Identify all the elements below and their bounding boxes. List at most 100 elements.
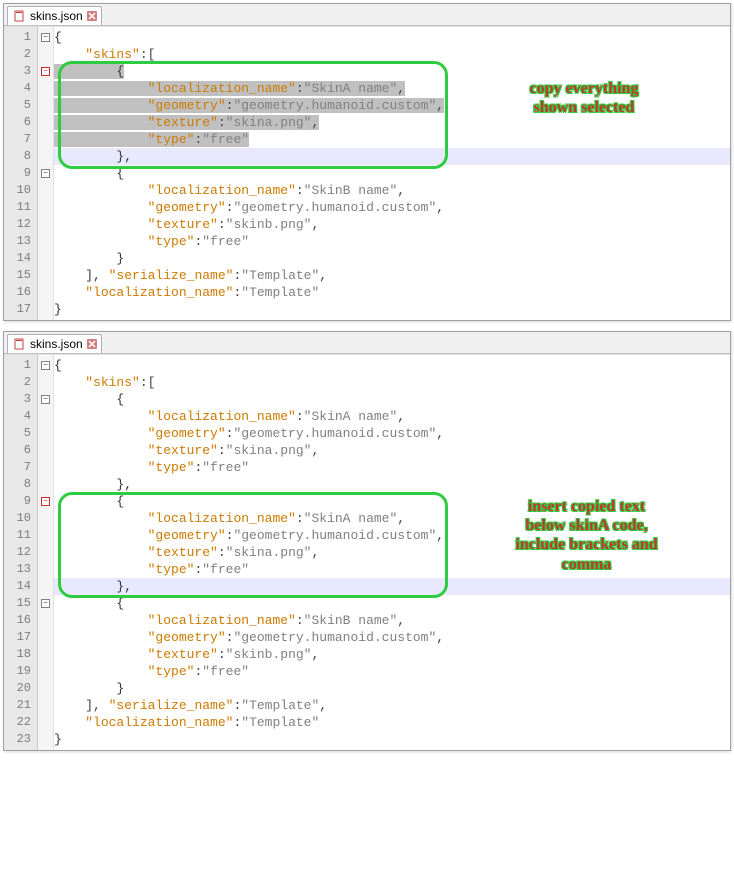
fold-cell[interactable] xyxy=(38,510,53,527)
fold-cell[interactable] xyxy=(38,46,53,63)
code-line[interactable]: { xyxy=(54,391,730,408)
line-number: 19 xyxy=(4,663,37,680)
fold-cell[interactable] xyxy=(38,442,53,459)
code-line[interactable]: ], "serialize_name":"Template", xyxy=(54,697,730,714)
code-line[interactable]: "localization_name":"SkinA name", xyxy=(54,510,730,527)
code-line[interactable]: { xyxy=(54,493,730,510)
code-line[interactable]: { xyxy=(54,595,730,612)
code-line[interactable]: "skins":[ xyxy=(54,46,730,63)
code-line[interactable]: "type":"free" xyxy=(54,131,730,148)
code-line[interactable]: "type":"free" xyxy=(54,561,730,578)
line-number-gutter: 1234567891011121314151617181920212223 xyxy=(4,355,38,750)
code-line[interactable]: "texture":"skinb.png", xyxy=(54,646,730,663)
fold-cell[interactable] xyxy=(38,714,53,731)
fold-toggle-icon[interactable]: − xyxy=(41,497,50,506)
close-icon[interactable] xyxy=(87,11,97,21)
fold-cell[interactable] xyxy=(38,544,53,561)
fold-cell[interactable] xyxy=(38,80,53,97)
code-line[interactable]: } xyxy=(54,731,730,748)
fold-cell[interactable] xyxy=(38,731,53,748)
fold-cell[interactable]: − xyxy=(38,357,53,374)
fold-cell[interactable] xyxy=(38,697,53,714)
fold-cell[interactable] xyxy=(38,148,53,165)
fold-cell[interactable] xyxy=(38,114,53,131)
fold-toggle-icon[interactable]: − xyxy=(41,395,50,404)
fold-cell[interactable] xyxy=(38,97,53,114)
fold-cell[interactable]: − xyxy=(38,165,53,182)
code-line[interactable]: "texture":"skina.png", xyxy=(54,442,730,459)
code-line[interactable]: "localization_name":"SkinA name", xyxy=(54,80,730,97)
code-line[interactable]: "localization_name":"SkinB name", xyxy=(54,182,730,199)
fold-toggle-icon[interactable]: − xyxy=(41,169,50,178)
code-line[interactable]: "texture":"skinb.png", xyxy=(54,216,730,233)
fold-toggle-icon[interactable]: − xyxy=(41,361,50,370)
fold-cell[interactable] xyxy=(38,476,53,493)
code-line[interactable]: "type":"free" xyxy=(54,233,730,250)
code-line[interactable]: } xyxy=(54,680,730,697)
fold-cell[interactable] xyxy=(38,199,53,216)
code-area[interactable]: { "skins":[ { "localization_name":"SkinA… xyxy=(54,27,730,320)
code-line[interactable]: } xyxy=(54,250,730,267)
fold-toggle-icon[interactable]: − xyxy=(41,33,50,42)
code-line[interactable]: { xyxy=(54,29,730,46)
file-tab[interactable]: skins.json xyxy=(7,334,102,353)
fold-cell[interactable] xyxy=(38,663,53,680)
fold-cell[interactable]: − xyxy=(38,63,53,80)
code-line[interactable]: "localization_name":"SkinA name", xyxy=(54,408,730,425)
fold-cell[interactable] xyxy=(38,216,53,233)
fold-toggle-icon[interactable]: − xyxy=(41,599,50,608)
code-line[interactable]: "geometry":"geometry.humanoid.custom", xyxy=(54,629,730,646)
code-line[interactable]: } xyxy=(54,301,730,318)
line-number: 14 xyxy=(4,250,37,267)
fold-cell[interactable]: − xyxy=(38,391,53,408)
fold-cell[interactable] xyxy=(38,527,53,544)
fold-cell[interactable] xyxy=(38,612,53,629)
code-line[interactable]: "localization_name":"SkinB name", xyxy=(54,612,730,629)
fold-column[interactable]: − − − − xyxy=(38,355,54,750)
code-line[interactable]: { xyxy=(54,357,730,374)
code-line[interactable]: }, xyxy=(54,476,730,493)
file-tab[interactable]: skins.json xyxy=(7,6,102,25)
fold-cell[interactable] xyxy=(38,425,53,442)
fold-cell[interactable] xyxy=(38,250,53,267)
code-line[interactable]: { xyxy=(54,63,730,80)
fold-cell[interactable] xyxy=(38,233,53,250)
code-line[interactable]: "texture":"skina.png", xyxy=(54,544,730,561)
fold-toggle-icon[interactable]: − xyxy=(41,67,50,76)
fold-column[interactable]: − − − xyxy=(38,27,54,320)
fold-cell[interactable] xyxy=(38,408,53,425)
code-line[interactable]: "type":"free" xyxy=(54,459,730,476)
fold-cell[interactable] xyxy=(38,629,53,646)
code-line[interactable]: "geometry":"geometry.humanoid.custom", xyxy=(54,527,730,544)
code-line[interactable]: "geometry":"geometry.humanoid.custom", xyxy=(54,425,730,442)
code-line[interactable]: "localization_name":"Template" xyxy=(54,714,730,731)
line-number: 15 xyxy=(4,595,37,612)
fold-cell[interactable] xyxy=(38,182,53,199)
fold-cell[interactable] xyxy=(38,301,53,318)
code-line[interactable]: "geometry":"geometry.humanoid.custom", xyxy=(54,97,730,114)
fold-cell[interactable] xyxy=(38,561,53,578)
line-number: 8 xyxy=(4,476,37,493)
code-line[interactable]: "texture":"skina.png", xyxy=(54,114,730,131)
code-line[interactable]: }, xyxy=(54,148,730,165)
code-area[interactable]: { "skins":[ { "localization_name":"SkinA… xyxy=(54,355,730,750)
fold-cell[interactable]: − xyxy=(38,493,53,510)
fold-cell[interactable] xyxy=(38,284,53,301)
fold-cell[interactable]: − xyxy=(38,595,53,612)
code-line[interactable]: ], "serialize_name":"Template", xyxy=(54,267,730,284)
close-icon[interactable] xyxy=(87,339,97,349)
code-line[interactable]: { xyxy=(54,165,730,182)
code-line[interactable]: "geometry":"geometry.humanoid.custom", xyxy=(54,199,730,216)
fold-cell[interactable]: − xyxy=(38,29,53,46)
fold-cell[interactable] xyxy=(38,680,53,697)
fold-cell[interactable] xyxy=(38,374,53,391)
fold-cell[interactable] xyxy=(38,646,53,663)
code-line[interactable]: "skins":[ xyxy=(54,374,730,391)
fold-cell[interactable] xyxy=(38,131,53,148)
code-line[interactable]: }, xyxy=(54,578,730,595)
code-line[interactable]: "localization_name":"Template" xyxy=(54,284,730,301)
code-line[interactable]: "type":"free" xyxy=(54,663,730,680)
fold-cell[interactable] xyxy=(38,578,53,595)
fold-cell[interactable] xyxy=(38,459,53,476)
fold-cell[interactable] xyxy=(38,267,53,284)
